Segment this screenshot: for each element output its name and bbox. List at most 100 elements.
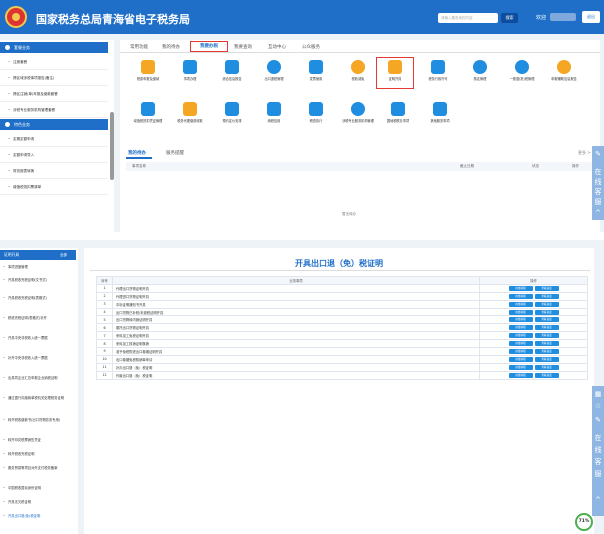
- sidebar-section-special[interactable]: 特色业务: [0, 119, 108, 130]
- func-tax-declaration[interactable]: 税费申报及缴纳: [126, 60, 170, 92]
- tab-reminders[interactable]: 服务提醒: [166, 150, 184, 156]
- func-label: 税费申报及缴纳: [136, 77, 160, 81]
- sidebar-item[interactable]: 中国税收居民身份证明: [0, 486, 76, 491]
- view-progress-button[interactable]: 查看进度: [534, 309, 559, 315]
- table-row: 4 出口货物已补税/未退税证明开具 在线填报 查看进度: [96, 307, 588, 317]
- tab-common[interactable]: 常用功能: [130, 44, 148, 50]
- view-progress-button[interactable]: 查看进度: [534, 293, 559, 299]
- online-service-panel[interactable]: ▦ ☆ ✎ 在 线 客 服 ^: [592, 386, 604, 516]
- sidebar-item[interactable]: 增值税抵扣票清单: [0, 179, 108, 195]
- func-credit[interactable]: 纳税信用: [252, 102, 296, 134]
- row-ops: 在线填报 查看进度: [479, 354, 588, 364]
- tab-query[interactable]: 我要查询: [234, 44, 252, 50]
- apply-online-button[interactable]: 在线填报: [508, 372, 533, 378]
- sidebar-item[interactable]: 开具中央非税收入统一票据: [0, 336, 76, 341]
- view-progress-button[interactable]: 查看进度: [534, 341, 559, 347]
- sidebar-scrollbar[interactable]: [110, 112, 114, 180]
- func-vat-deduction[interactable]: 增值税抵扣凭证管理: [126, 102, 170, 134]
- func-verification[interactable]: 核定管理: [458, 60, 502, 92]
- func-pricing[interactable]: 预约定价安排: [210, 102, 254, 134]
- apply-online-button[interactable]: 在线填报: [508, 333, 533, 339]
- table-row: 11 补办出口退（免）税证明 在线填报 查看进度: [96, 362, 588, 372]
- func-admin-permit[interactable]: 税务行政许可: [416, 60, 460, 92]
- func-general-refund[interactable]: 一般退(抵)税管理: [500, 60, 544, 92]
- sidebar-item[interactable]: 通过银行向缴纳单税机关处理税务证明: [0, 396, 76, 401]
- apply-online-button[interactable]: 在线填报: [508, 348, 533, 354]
- sidebar-item[interactable]: 涉税专业服务机构管理套餐: [0, 102, 108, 118]
- tab-my-todo[interactable]: 我的待办: [162, 44, 180, 50]
- func-inspection[interactable]: 稽查执行: [294, 102, 338, 134]
- func-agent-fee[interactable]: 税务代理缴费收取: [168, 102, 212, 134]
- func-matter-handling[interactable]: 事项办理: [168, 60, 212, 92]
- exit-button[interactable]: 退出: [582, 11, 600, 23]
- sidebar-item[interactable]: 开具税收完税证明(文书式): [0, 278, 76, 283]
- tab-public-service[interactable]: 公众服务: [302, 44, 320, 50]
- apply-online-button[interactable]: 在线填报: [508, 301, 533, 307]
- tab-todo[interactable]: 我的待办: [128, 150, 146, 156]
- func-professional-service[interactable]: 涉税专业服务机构管理: [336, 102, 380, 134]
- sidebar-item[interactable]: 跨区注销(单)年报及缴款套餐: [0, 86, 108, 102]
- func-label: 核定管理: [473, 77, 487, 81]
- empty-state-text: 暂无待办: [342, 212, 356, 216]
- sidebar-item[interactable]: 跨区域涉税事项报告(备注): [0, 70, 108, 86]
- coin-icon: [351, 60, 365, 74]
- sidebar-item[interactable]: 财务报表转换: [0, 163, 108, 179]
- apply-online-button[interactable]: 在线填报: [508, 364, 533, 370]
- sidebar-item[interactable]: 事项进度管理: [0, 265, 76, 270]
- apply-online-button[interactable]: 在线填报: [508, 309, 533, 315]
- sidebar-item[interactable]: 定额申请导入: [0, 147, 108, 163]
- apply-online-button[interactable]: 在线填报: [508, 356, 533, 362]
- sidebar-section-label: 特色业务: [14, 122, 30, 127]
- sidebar-item[interactable]: 出具同企业汇总申报企业纳税证明: [0, 376, 76, 381]
- sidebar-item[interactable]: 补开中央非税收入统一票据: [0, 356, 76, 361]
- func-info-report[interactable]: 综合信息报告: [210, 60, 254, 92]
- credit-icon: [267, 102, 281, 116]
- func-joint-matters[interactable]: 国地税联办事项: [376, 102, 420, 134]
- apply-online-button[interactable]: 在线填报: [508, 317, 533, 323]
- highlight-box: [376, 57, 414, 89]
- func-other[interactable]: 其他服务事项: [418, 102, 462, 134]
- online-service-panel[interactable]: ✎ 在 线 客 服 ^: [592, 146, 604, 220]
- apply-online-button[interactable]: 在线填报: [508, 285, 533, 291]
- view-progress-button[interactable]: 查看进度: [534, 333, 559, 339]
- sidebar-item[interactable]: 转开印花税票销售凭证: [0, 438, 76, 443]
- collapse-all-button[interactable]: 全部: [60, 250, 67, 260]
- func-invoice[interactable]: 发票使用: [294, 60, 338, 92]
- sidebar-item[interactable]: 定期定额申请: [0, 131, 108, 147]
- sidebar-item-active[interactable]: 开具出口退(免)税证明: [0, 514, 76, 519]
- view-progress-button[interactable]: 查看进度: [534, 317, 559, 323]
- func-aux-report[interactable]: 申报辅助信息报告: [542, 60, 586, 92]
- title-divider: [90, 270, 590, 271]
- apply-online-button[interactable]: 在线填报: [508, 325, 533, 331]
- table-row: 12 作废出口退（免）税证明 在线填报 查看进度: [96, 370, 588, 380]
- view-progress-button[interactable]: 查看进度: [534, 364, 559, 370]
- apply-online-button[interactable]: 在线填报: [508, 341, 533, 347]
- tab-interaction[interactable]: 互动中心: [268, 44, 286, 50]
- sidebar-section-package[interactable]: 套餐业务: [0, 42, 108, 53]
- func-export-refund[interactable]: 出口退税管理: [252, 60, 296, 92]
- func-label: 发票使用: [309, 77, 323, 81]
- view-progress-button[interactable]: 查看进度: [534, 356, 559, 362]
- search-input[interactable]: 请输入要查询的内容: [438, 13, 498, 23]
- sidebar-item[interactable]: 开具税收完税证明(表格式): [0, 296, 76, 301]
- sidebar-item[interactable]: 税收完税证明(表格式)补开: [0, 316, 76, 321]
- sidebar-item[interactable]: 注册套餐: [0, 54, 108, 70]
- view-progress-button[interactable]: 查看进度: [534, 348, 559, 354]
- certificate-table: 序号 业务事项 操作 1 代理出口货物证明开具 在线填报 查看进度 2 代理进口货物证明开…: [96, 276, 588, 380]
- sidebar-item[interactable]: 开具无欠税证明: [0, 500, 76, 505]
- more-link[interactable]: 更多 >: [578, 150, 591, 156]
- view-progress-button[interactable]: 查看进度: [534, 372, 559, 378]
- row-index: 10: [96, 354, 113, 364]
- view-progress-button[interactable]: 查看进度: [534, 285, 559, 291]
- row-index: 4: [96, 307, 113, 317]
- tab-tax-handling[interactable]: 我要办税: [190, 41, 228, 52]
- sidebar-item[interactable]: 转开税收缴款书(出口货物劳务专用): [0, 418, 76, 423]
- col-op: 操作: [572, 164, 579, 168]
- view-progress-button[interactable]: 查看进度: [534, 325, 559, 331]
- row-ops: 在线填报 查看进度: [479, 323, 588, 333]
- sidebar-item[interactable]: 服务贸易等项目对外支付税务备案: [0, 466, 76, 471]
- sidebar-item[interactable]: 转开税收完税证明: [0, 452, 76, 457]
- view-progress-button[interactable]: 查看进度: [534, 301, 559, 307]
- apply-online-button[interactable]: 在线填报: [508, 293, 533, 299]
- search-button[interactable]: 搜索: [501, 13, 518, 23]
